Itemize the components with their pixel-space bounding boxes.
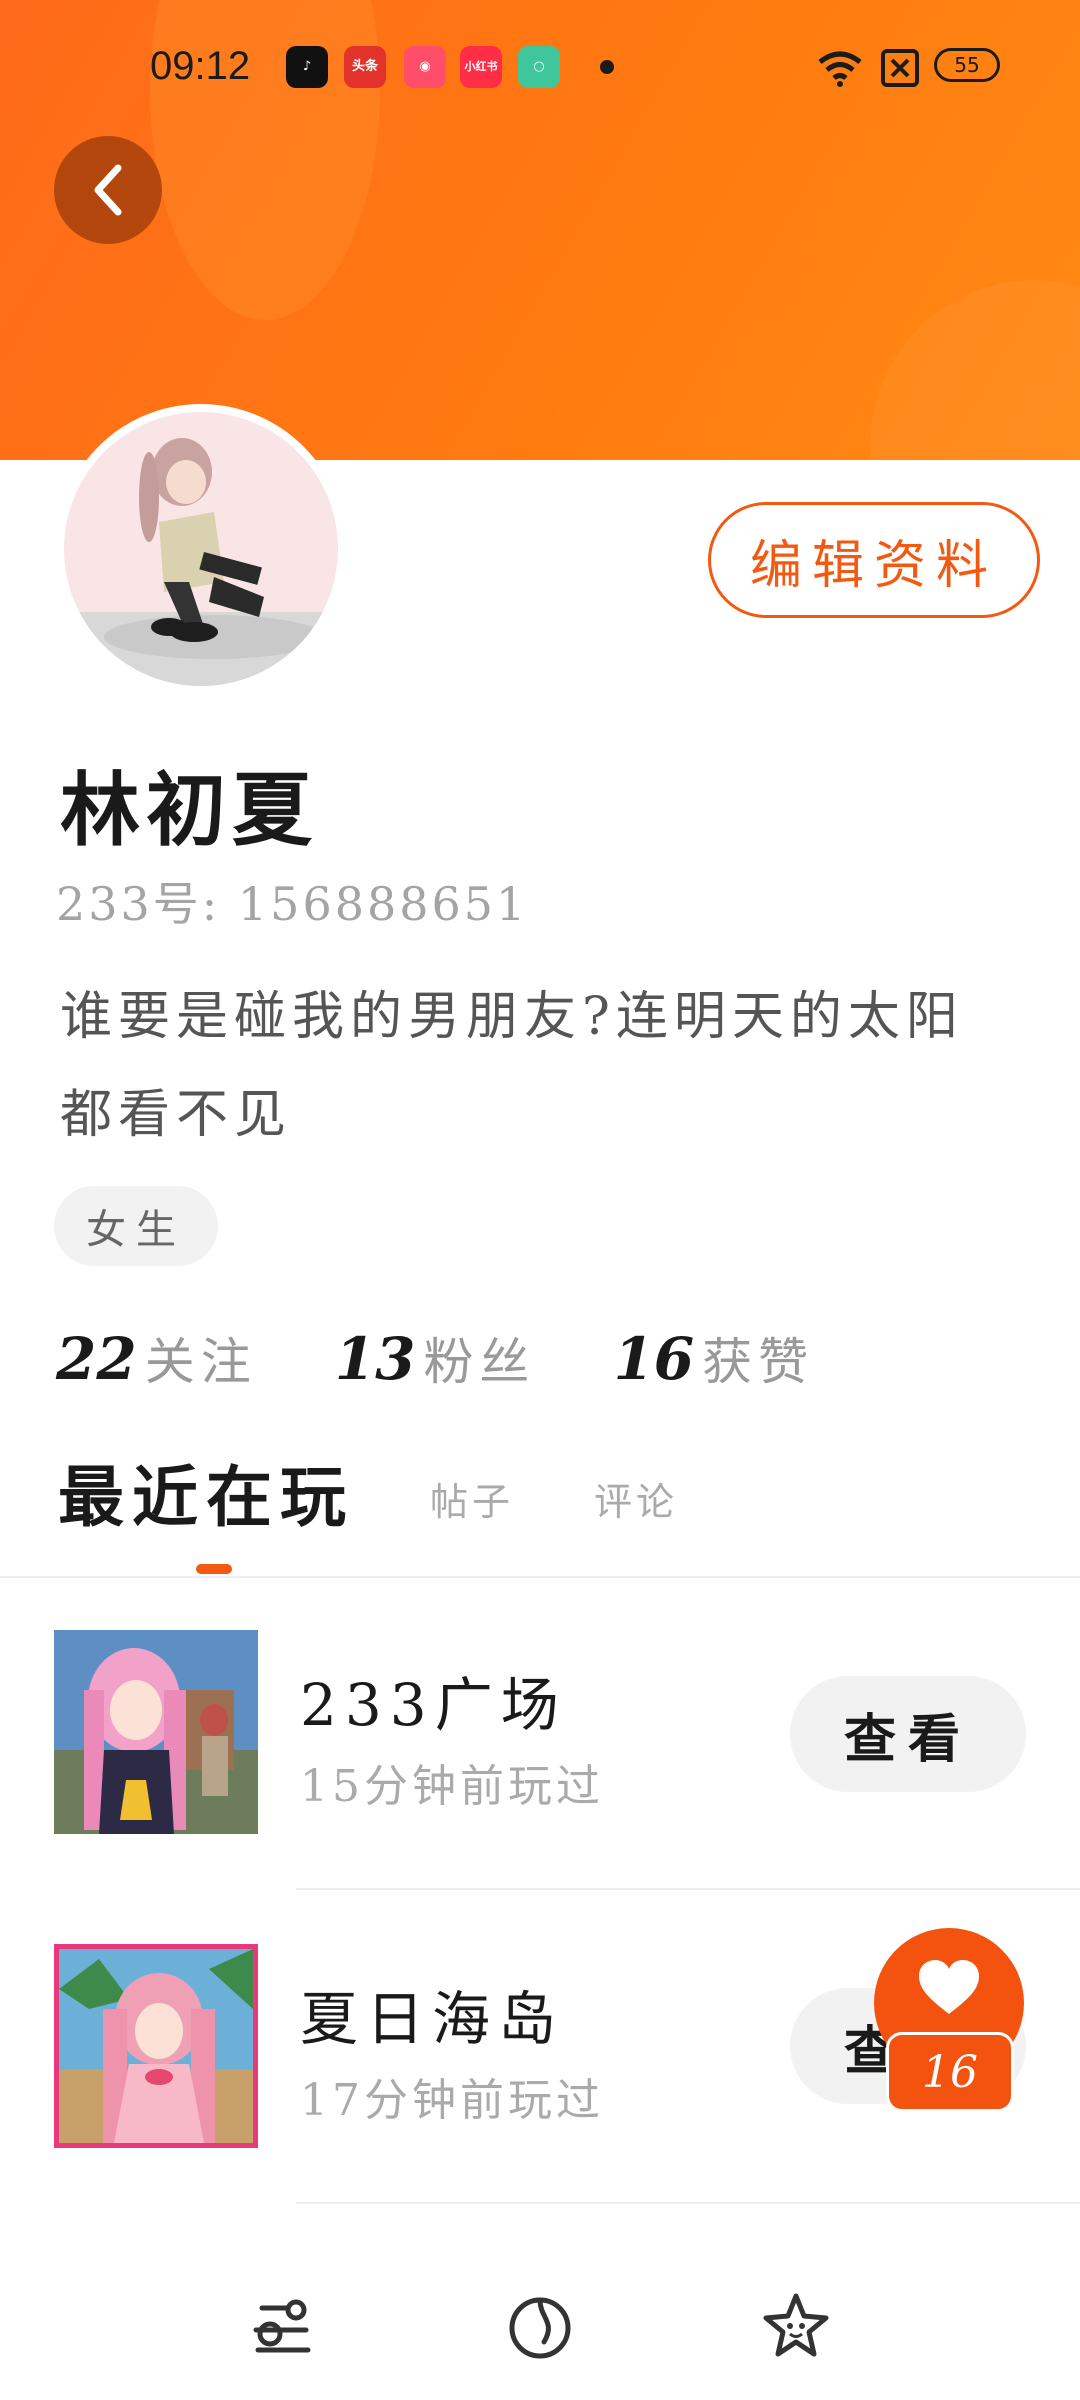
game-thumbnail xyxy=(54,1944,258,2148)
view-game-button[interactable]: 查看 xyxy=(790,1676,1026,1792)
stat-count: 13 xyxy=(334,1325,416,1393)
stat-label: 粉丝 xyxy=(423,1333,536,1391)
stat-count: 22 xyxy=(56,1325,137,1393)
status-time: 09:12 xyxy=(150,44,251,88)
profile-stats: 22 关注 13 粉丝 16 获赞 xyxy=(56,1322,892,1394)
edit-profile-button[interactable]: 编辑资料 xyxy=(708,502,1040,618)
tiktok-icon: ♪ xyxy=(286,46,328,88)
stat-label: 获赞 xyxy=(702,1333,815,1391)
banner-decoration xyxy=(870,280,1080,460)
game-controller-icon xyxy=(253,2299,311,2353)
stat-followers[interactable]: 13 粉丝 xyxy=(335,1322,536,1394)
gender-tag: 女生 xyxy=(54,1186,218,1266)
stat-likes[interactable]: 16 获赞 xyxy=(613,1322,814,1394)
game-title: 233广场 xyxy=(300,1671,567,1739)
active-tab-indicator xyxy=(196,1564,232,1574)
stat-label: 关注 xyxy=(144,1333,257,1391)
profile-tabs: 最近在玩 帖子 评论 xyxy=(58,1450,758,1540)
discover-icon xyxy=(509,2297,571,2359)
stat-count: 16 xyxy=(613,1325,695,1393)
star-face-icon xyxy=(763,2293,829,2357)
game-title: 夏日海岛 xyxy=(300,1985,565,2053)
game-thumbnail xyxy=(54,1630,258,1834)
nav-games[interactable] xyxy=(248,2290,320,2362)
chevron-left-icon xyxy=(94,164,122,216)
avatar[interactable] xyxy=(56,404,346,694)
avatar-image xyxy=(64,412,338,686)
tab-posts[interactable]: 帖子 xyxy=(430,1471,514,1526)
xiaohongshu-icon: 小红书 xyxy=(460,46,502,88)
back-button[interactable] xyxy=(54,136,162,244)
nav-discover[interactable] xyxy=(504,2290,576,2362)
stat-following[interactable]: 22 关注 xyxy=(56,1322,257,1394)
game-last-played: 17分钟前玩过 xyxy=(300,2075,604,2126)
notification-dot xyxy=(600,60,614,74)
list-item[interactable]: 233广场 15分钟前玩过 查看 xyxy=(0,1578,1080,1890)
bottom-nav xyxy=(0,2270,1080,2380)
profile-name: 林初夏 xyxy=(60,763,318,857)
profile-uid: 233号: 156888651 xyxy=(56,877,529,931)
tab-comments[interactable]: 评论 xyxy=(594,1471,678,1526)
wifi-icon xyxy=(818,51,862,87)
green-app-icon: ○ xyxy=(518,46,560,88)
status-bar: 09:12 ♪ 头条 ◉ 小红书 ○ 55 xyxy=(0,40,1080,100)
profile-bio: 谁要是碰我的男朋友?连明天的太阳都看不见 xyxy=(60,987,964,1145)
kuaishou-icon: ◉ xyxy=(404,46,446,88)
like-count-badge: 16 xyxy=(886,2032,1014,2112)
divider xyxy=(296,2202,1080,2204)
game-last-played: 15分钟前玩过 xyxy=(300,1761,604,1812)
sim-off-icon xyxy=(881,49,919,87)
battery-icon: 55 xyxy=(934,48,1000,82)
toutiao-icon: 头条 xyxy=(344,46,386,88)
profile-header-banner: 09:12 ♪ 头条 ◉ 小红书 ○ 55 xyxy=(0,0,1080,460)
heart-icon xyxy=(919,1960,979,2014)
nav-favorites[interactable] xyxy=(760,2290,832,2362)
tab-recently-played[interactable]: 最近在玩 xyxy=(58,1444,354,1540)
